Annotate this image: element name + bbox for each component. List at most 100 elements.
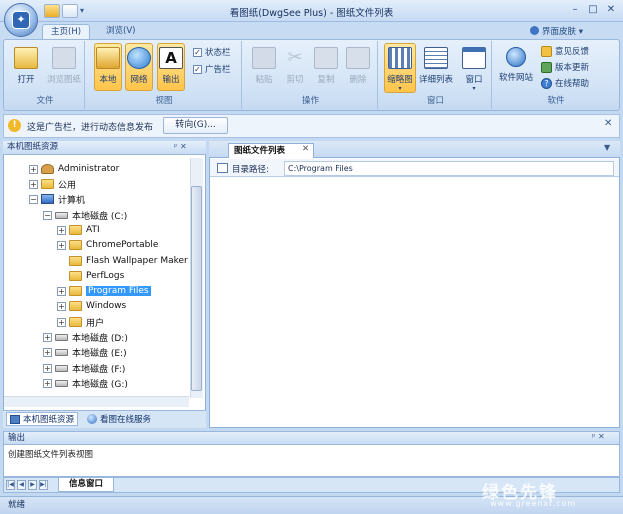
detail-list-label: 详细列表 bbox=[418, 75, 453, 85]
output-panel-title: 输出 bbox=[3, 431, 620, 445]
network-button[interactable]: 网络 bbox=[125, 43, 153, 91]
window-menu-button[interactable]: 窗口 ▾ bbox=[460, 47, 488, 92]
tree-label: 本地磁盘 (C:) bbox=[72, 211, 128, 222]
globe-icon bbox=[127, 47, 151, 69]
user-folder-icon bbox=[41, 164, 54, 174]
tree-item-windows[interactable]: + Windows bbox=[57, 299, 126, 313]
tab-home[interactable]: 主页(H) bbox=[42, 24, 91, 40]
feedback-link[interactable]: 意见反馈 bbox=[541, 45, 589, 57]
redirect-button[interactable]: 转向(G)... bbox=[163, 117, 228, 134]
scissors-icon: ✂ bbox=[287, 47, 303, 68]
tab-online-service[interactable]: 看图在线服务 bbox=[84, 412, 154, 426]
folder-icon bbox=[41, 179, 54, 189]
window-title: 看图纸(DwgSee Plus) - 图纸文件列表 bbox=[229, 8, 394, 19]
path-field[interactable]: C:\Program Files bbox=[284, 161, 614, 176]
tree-item-perflogs[interactable]: PerfLogs bbox=[57, 269, 124, 283]
open-button[interactable]: 打开 bbox=[12, 47, 40, 85]
prev-nav-icon[interactable]: ◀ bbox=[17, 480, 26, 490]
statusbar-check-icon: ✓ bbox=[193, 47, 202, 57]
home-globe-icon bbox=[506, 47, 526, 67]
tree-item-drive-c[interactable]: − 本地磁盘 (C:) bbox=[43, 208, 127, 222]
info-text: 这是广告栏，进行动态信息发布 bbox=[27, 123, 154, 133]
tab-info-window[interactable]: 信息窗口 bbox=[58, 478, 115, 492]
file-list-area[interactable] bbox=[210, 178, 619, 427]
minimize-button[interactable]: – bbox=[566, 3, 584, 17]
open-folder-icon bbox=[14, 47, 38, 69]
output-a-icon: A bbox=[159, 47, 183, 69]
drive-icon bbox=[55, 211, 68, 219]
website-button[interactable]: 软件网站 bbox=[497, 47, 535, 83]
tree-label: 本地磁盘 (F:) bbox=[72, 364, 126, 375]
update-link[interactable]: 版本更新 bbox=[541, 61, 589, 73]
adbar-label: 广告栏 bbox=[205, 65, 231, 75]
tree-label: 本地磁盘 (E:) bbox=[72, 348, 127, 359]
maximize-button[interactable]: □ bbox=[584, 3, 602, 17]
tree-item-drive-f[interactable]: + 本地磁盘 (F:) bbox=[43, 361, 125, 375]
close-button[interactable]: ✕ bbox=[602, 3, 620, 17]
adbar-check-icon: ✓ bbox=[193, 64, 202, 74]
tree-item-drive-e[interactable]: + 本地磁盘 (E:) bbox=[43, 345, 127, 359]
detail-list-icon bbox=[424, 47, 448, 69]
tab-dropdown-icon[interactable]: ▼ bbox=[604, 143, 610, 152]
folder-icon bbox=[69, 271, 82, 281]
help-icon: ? bbox=[541, 77, 552, 89]
group-view-label: 视图 bbox=[155, 96, 173, 106]
tree-item-administrator[interactable]: + Administrator bbox=[29, 162, 119, 176]
delete-label: 删除 bbox=[349, 75, 367, 85]
group-file-label: 文件 bbox=[36, 96, 54, 106]
skin-menu[interactable]: 界面皮肤 ▾ bbox=[530, 25, 583, 37]
adbar-checkbox[interactable]: ✓ 广告栏 bbox=[193, 63, 231, 75]
drive-icon bbox=[55, 364, 68, 372]
thumbnail-grid-icon bbox=[388, 47, 412, 69]
app-logo-icon: ✦ bbox=[12, 11, 30, 29]
tree-item-flash-wallpaper[interactable]: Flash Wallpaper Maker bbox=[57, 254, 188, 268]
tree-item-users[interactable]: + 用户 bbox=[57, 315, 104, 329]
local-label: 本地 bbox=[99, 75, 117, 85]
update-icon bbox=[541, 61, 552, 73]
infobar-close-icon[interactable]: ✕ bbox=[604, 118, 612, 129]
last-nav-icon[interactable]: ▶| bbox=[39, 480, 48, 490]
path-label: 目录路径: bbox=[232, 165, 269, 175]
folder-icon bbox=[69, 240, 82, 250]
tree-item-drive-g[interactable]: + 本地磁盘 (G:) bbox=[43, 376, 128, 390]
tree-item-chromeportable[interactable]: + ChromePortable bbox=[57, 238, 158, 252]
tab-browse[interactable]: 浏览(V) bbox=[98, 24, 143, 39]
next-nav-icon[interactable]: ▶ bbox=[28, 480, 37, 490]
feedback-icon bbox=[541, 45, 552, 57]
tree-label: Windows bbox=[86, 301, 127, 311]
open-label: 打开 bbox=[17, 75, 35, 85]
local-button[interactable]: 本地 bbox=[94, 43, 122, 91]
tree-label: 本地磁盘 (G:) bbox=[72, 379, 128, 390]
detail-list-button[interactable]: 详细列表 bbox=[417, 47, 455, 85]
group-operation-label: 操作 bbox=[301, 96, 319, 106]
copy-button[interactable]: 复制 bbox=[312, 47, 340, 85]
help-link[interactable]: ? 在线帮助 bbox=[541, 77, 589, 89]
tree-item-ati[interactable]: + ATI bbox=[57, 223, 100, 237]
first-nav-icon[interactable]: |◀ bbox=[6, 480, 15, 490]
info-icon: ! bbox=[8, 119, 21, 132]
tree-scroll-thumb[interactable] bbox=[191, 186, 202, 391]
tree-item-computer[interactable]: − 计算机 bbox=[29, 192, 85, 206]
thumbnail-button[interactable]: 缩略图 ▾ bbox=[384, 43, 416, 93]
statusbar-checkbox[interactable]: ✓ 状态栏 bbox=[193, 46, 231, 58]
delete-icon bbox=[346, 47, 370, 69]
tab-local-resources[interactable]: 本机图纸资源 bbox=[6, 412, 79, 426]
tree-item-program-files[interactable]: + Program Files bbox=[57, 284, 151, 298]
output-panel-pin-close[interactable]: ᵖ ✕ bbox=[592, 432, 605, 441]
app-menu-button[interactable]: ✦ bbox=[4, 3, 38, 37]
delete-button[interactable]: 删除 bbox=[344, 47, 372, 85]
left-panel-pin-close[interactable]: ᵖ ✕ bbox=[174, 142, 187, 151]
tree-item-drive-d[interactable]: + 本地磁盘 (D:) bbox=[43, 330, 128, 344]
tab-close-icon[interactable]: ✕ bbox=[302, 144, 309, 154]
paste-button[interactable]: 粘贴 bbox=[250, 47, 278, 85]
tree-item-public[interactable]: + 公用 bbox=[29, 177, 76, 191]
cut-label: 剪切 bbox=[286, 75, 304, 85]
paste-icon bbox=[252, 47, 276, 69]
folder-icon bbox=[69, 301, 82, 311]
output-button[interactable]: A 输出 bbox=[157, 43, 185, 91]
help-label: 在线帮助 bbox=[555, 79, 590, 89]
tree-horizontal-scrollbar[interactable] bbox=[4, 396, 189, 407]
cut-button[interactable]: ✂ 剪切 bbox=[281, 47, 309, 85]
copy-icon bbox=[314, 47, 338, 69]
browse-history-button[interactable]: 浏览图纸 bbox=[44, 47, 84, 85]
